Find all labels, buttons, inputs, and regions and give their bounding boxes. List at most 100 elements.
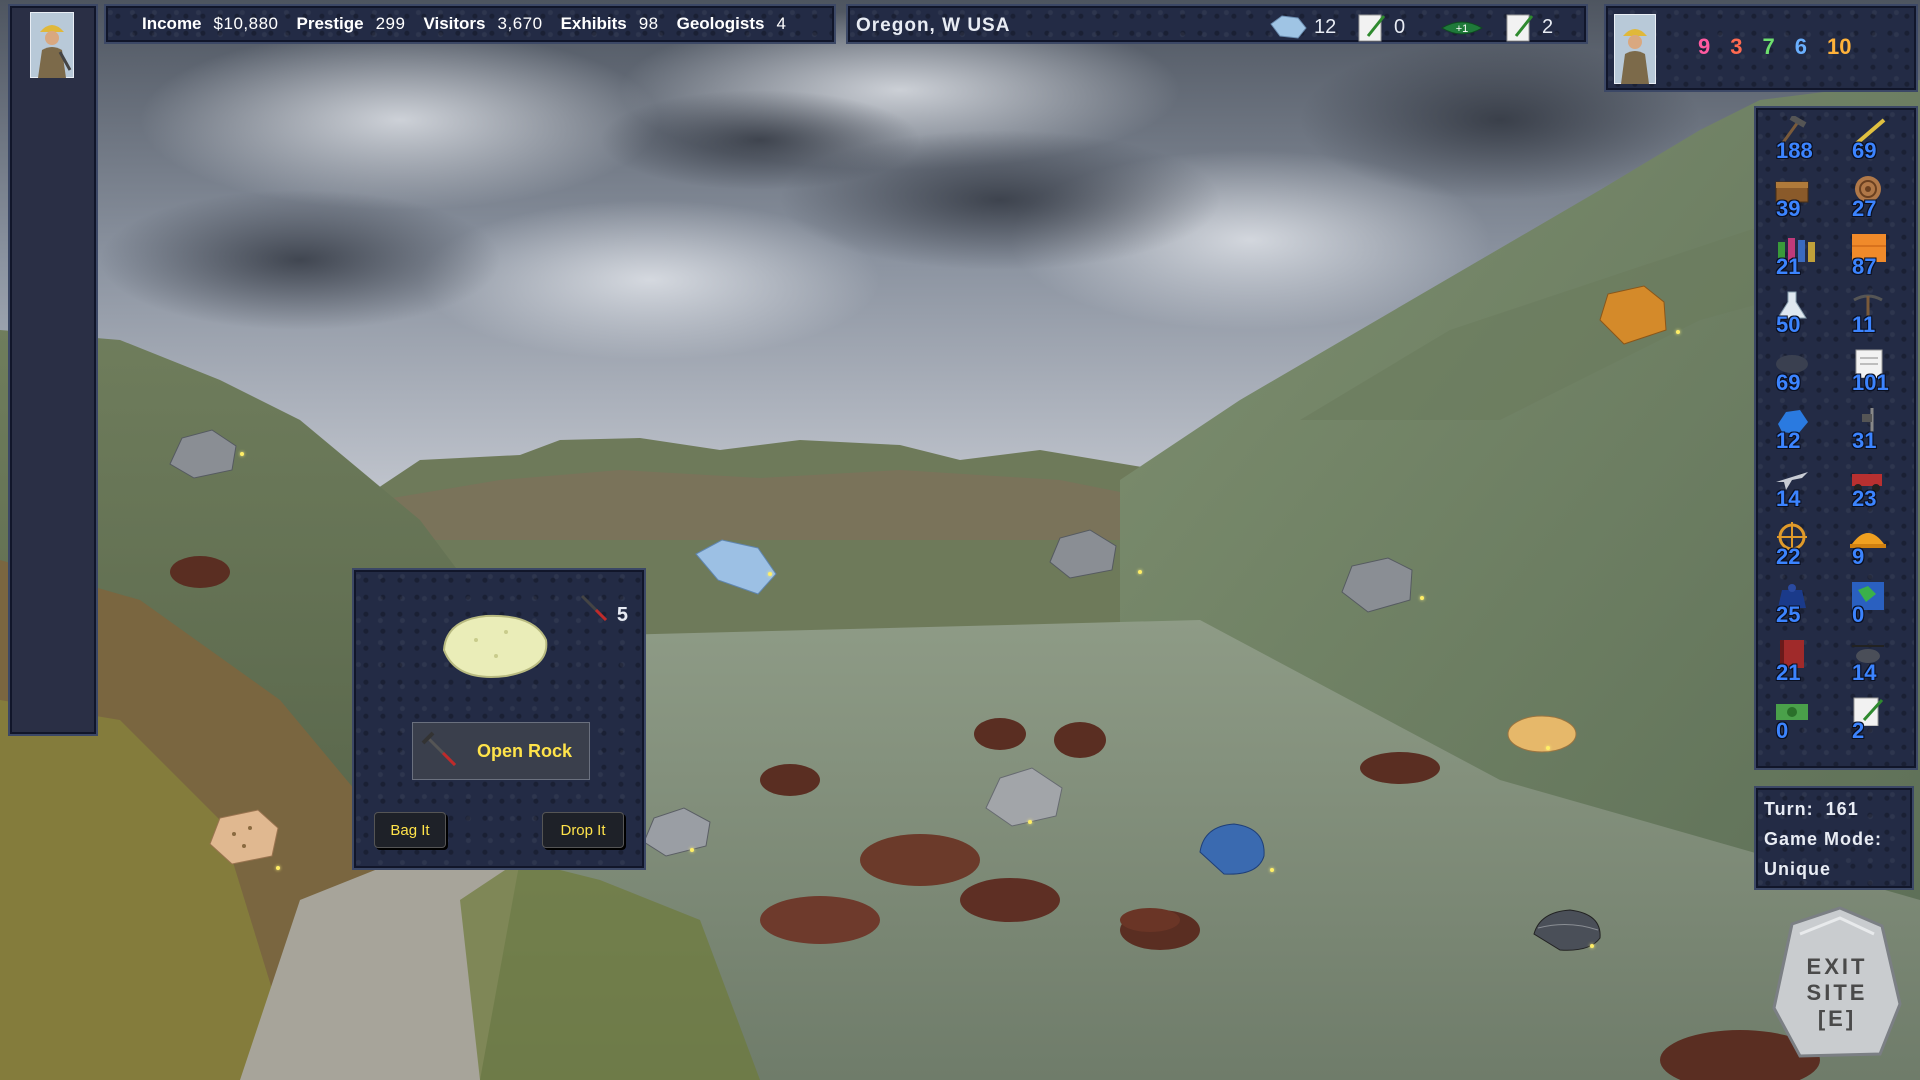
exit-line-3: [E] bbox=[1770, 1006, 1904, 1032]
turn-panel: Turn: 161 Game Mode: Unique bbox=[1754, 786, 1914, 890]
pick-hammer-icon bbox=[578, 590, 612, 626]
resource-signed-permit[interactable]: 2 bbox=[1504, 12, 1553, 42]
game-mode-label: Game Mode: bbox=[1764, 824, 1904, 854]
location-name: Oregon, W USA bbox=[856, 15, 1010, 37]
rock-tan[interactable] bbox=[1504, 710, 1580, 760]
sparkle-icon bbox=[1590, 944, 1594, 948]
inventory-item-airplane[interactable]: 14 bbox=[1764, 464, 1828, 516]
inventory-item-ammonite[interactable]: 27 bbox=[1840, 174, 1904, 226]
exit-line-2: SITE bbox=[1770, 980, 1904, 1006]
inventory-count: 9 bbox=[1852, 544, 1864, 570]
exhibits-value: 98 bbox=[639, 14, 659, 34]
inventory-item-display[interactable]: 87 bbox=[1840, 232, 1904, 284]
exit-site-label: EXIT SITE [E] bbox=[1770, 954, 1904, 1032]
exit-site-button[interactable]: EXIT SITE [E] bbox=[1770, 904, 1904, 1060]
inventory-count: 31 bbox=[1852, 428, 1876, 454]
sparkle-icon bbox=[1420, 596, 1424, 600]
blue-mineral-icon bbox=[1268, 12, 1308, 42]
inventory-item-pickaxe[interactable]: 11 bbox=[1840, 290, 1904, 342]
game-mode-value: Unique bbox=[1764, 854, 1904, 884]
sparkle-icon bbox=[1270, 868, 1274, 872]
inventory-count: 14 bbox=[1776, 486, 1800, 512]
sparkle-icon bbox=[1676, 330, 1680, 334]
open-rock-label: Open Rock bbox=[477, 741, 572, 762]
selected-rock-icon bbox=[436, 606, 556, 686]
resource-bonus[interactable]: +1 bbox=[1440, 12, 1484, 42]
inventory-count: 87 bbox=[1852, 254, 1876, 280]
rock-popup-panel: 5 Open Rock Bag It Drop It bbox=[352, 568, 646, 870]
inventory-count: 69 bbox=[1776, 370, 1800, 396]
inventory-item-ship-wheel[interactable]: 22 bbox=[1764, 522, 1828, 574]
inventory-item-globe[interactable]: 0 bbox=[1840, 580, 1904, 632]
signed-permit-icon bbox=[1504, 12, 1536, 42]
geologist-portrait-icon[interactable] bbox=[1614, 14, 1656, 84]
inventory-count: 27 bbox=[1852, 196, 1876, 222]
income-value: $10,880 bbox=[214, 14, 279, 34]
stats-bar: Income $10,880 Prestige 299 Visitors 3,6… bbox=[104, 4, 836, 44]
inventory-item-vehicle[interactable]: 23 bbox=[1840, 464, 1904, 516]
inventory-count: 2 bbox=[1852, 718, 1864, 744]
inventory-item-contract[interactable]: 2 bbox=[1840, 696, 1904, 748]
inventory-count: 23 bbox=[1852, 486, 1876, 512]
inventory-count: 25 bbox=[1776, 602, 1800, 628]
permit-document-icon bbox=[1356, 12, 1388, 42]
inventory-count: 188 bbox=[1776, 138, 1813, 164]
prestige-value: 299 bbox=[376, 14, 406, 34]
rock-blue-geode[interactable] bbox=[1194, 818, 1270, 878]
inventory-item-hard-hat[interactable]: 9 bbox=[1840, 522, 1904, 574]
bag-it-button[interactable]: Bag It bbox=[374, 812, 446, 848]
inventory-item-document[interactable]: 101 bbox=[1840, 348, 1904, 400]
turn-label: Turn: bbox=[1764, 799, 1814, 819]
sparkle-icon bbox=[690, 848, 694, 852]
inventory-item-chest[interactable]: 39 bbox=[1764, 174, 1828, 226]
income-label: Income bbox=[142, 14, 202, 34]
inventory-item-helicopter[interactable]: 14 bbox=[1840, 638, 1904, 690]
left-side-panel bbox=[8, 4, 98, 736]
inventory-item-money[interactable]: 0 bbox=[1764, 696, 1828, 748]
exhibits-label: Exhibits bbox=[561, 14, 627, 34]
inventory-count: 21 bbox=[1776, 254, 1800, 280]
geologists-label: Geologists bbox=[677, 14, 765, 34]
pick-count: 5 bbox=[617, 604, 628, 627]
rock-blue-crystal[interactable] bbox=[692, 534, 782, 600]
resource-permit-value: 0 bbox=[1394, 16, 1405, 39]
inventory-panel: 188 69 39 27 21 87 50 11 69 101 12 bbox=[1754, 106, 1918, 770]
geologist-portrait-icon[interactable] bbox=[30, 12, 74, 78]
inventory-item-people[interactable]: 21 bbox=[1764, 232, 1828, 284]
visitors-value: 3,670 bbox=[498, 14, 543, 34]
location-bar: Oregon, W USA 12 0 +1 2 bbox=[846, 4, 1588, 44]
inventory-item-drill[interactable]: 31 bbox=[1840, 406, 1904, 458]
inventory-item-book[interactable]: 21 bbox=[1764, 638, 1828, 690]
inventory-item-bag[interactable]: 25 bbox=[1764, 580, 1828, 632]
rock-grey-5[interactable] bbox=[640, 802, 716, 862]
inventory-item-chisel[interactable]: 69 bbox=[1840, 116, 1904, 168]
prestige-label: Prestige bbox=[296, 14, 363, 34]
resource-blue-mineral[interactable]: 12 bbox=[1268, 12, 1336, 42]
counter-blue: 6 bbox=[1795, 34, 1807, 60]
inventory-item-flask[interactable]: 50 bbox=[1764, 290, 1828, 342]
rock-speckled[interactable] bbox=[204, 804, 284, 870]
inventory-item-crystal[interactable]: 12 bbox=[1764, 406, 1828, 458]
resource-blue-mineral-value: 12 bbox=[1314, 16, 1336, 39]
sparkle-icon bbox=[240, 452, 244, 456]
rock-grey-2[interactable] bbox=[1044, 526, 1124, 582]
sparkle-icon bbox=[768, 572, 772, 576]
resource-permit[interactable]: 0 bbox=[1356, 12, 1405, 42]
rock-dark-banded[interactable] bbox=[1530, 904, 1606, 954]
inventory-item-microscope[interactable]: 69 bbox=[1764, 348, 1828, 400]
rock-grey-3[interactable] bbox=[1338, 552, 1418, 618]
inventory-count: 101 bbox=[1852, 370, 1889, 396]
rock-grey-4[interactable] bbox=[980, 762, 1070, 832]
sparkle-icon bbox=[1138, 570, 1142, 574]
team-counters: 9 3 7 6 10 bbox=[1698, 34, 1851, 60]
sparkle-icon bbox=[276, 866, 280, 870]
open-rock-button[interactable]: Open Rock bbox=[412, 722, 590, 780]
rock-orange[interactable] bbox=[1594, 280, 1674, 350]
rock-grey-1[interactable] bbox=[164, 424, 244, 484]
drop-it-button[interactable]: Drop It bbox=[542, 812, 624, 848]
counter-pink: 9 bbox=[1698, 34, 1710, 60]
inventory-item-hammer[interactable]: 188 bbox=[1764, 116, 1828, 168]
exit-line-1: EXIT bbox=[1770, 954, 1904, 980]
inventory-count: 22 bbox=[1776, 544, 1800, 570]
inventory-count: 21 bbox=[1776, 660, 1800, 686]
